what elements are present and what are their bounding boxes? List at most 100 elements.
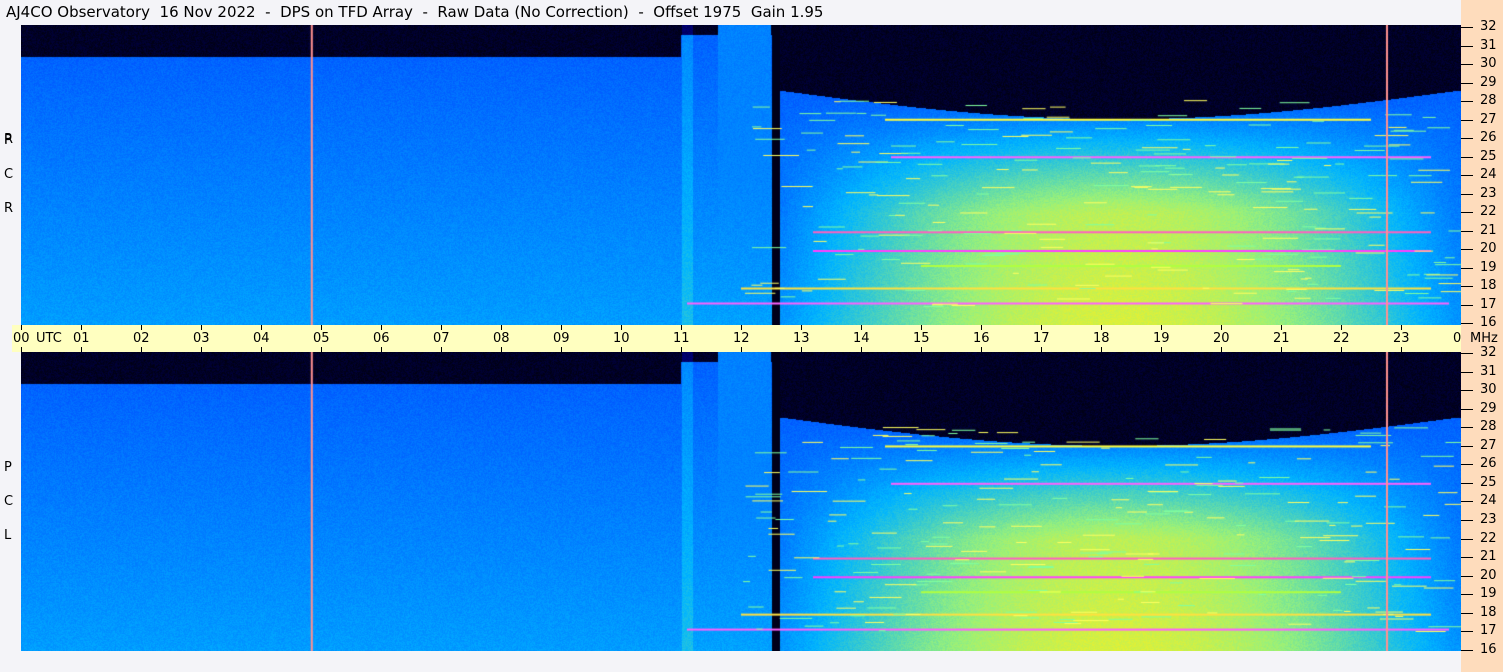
y-tick-label: 29	[1480, 74, 1497, 90]
y-tick-mark	[1461, 612, 1473, 614]
lcp-letter-l: L	[4, 528, 12, 543]
x-tick-mark	[381, 325, 382, 330]
x-tick-mark	[801, 347, 802, 352]
y-tick-mark	[1461, 230, 1473, 232]
y-tick-label: 25	[1480, 474, 1497, 490]
x-tick-mark	[321, 347, 322, 352]
y-tick-label: 21	[1480, 549, 1497, 565]
x-tick-mark	[741, 347, 742, 352]
y-tick-mark	[1461, 371, 1473, 373]
x-tick-label: 12	[733, 331, 750, 346]
y-tick-label: 18	[1480, 278, 1497, 293]
y-tick-mark	[1461, 27, 1473, 28]
y-tick-mark	[1461, 138, 1473, 139]
lcp-letter-c: C	[4, 494, 14, 509]
y-tick-label: 26	[1480, 130, 1497, 145]
x-tick-mark	[1281, 325, 1282, 330]
y-tick-label: 31	[1480, 363, 1497, 379]
y-tick-mark	[1461, 594, 1473, 596]
x-tick-label: 08	[493, 331, 510, 346]
x-tick-mark	[561, 325, 562, 330]
y-tick-label: 20	[1480, 567, 1497, 583]
x-tick-mark	[981, 347, 982, 352]
y-tick-mark	[1461, 482, 1473, 484]
x-tick-mark	[21, 347, 22, 352]
x-tick-label: 14	[853, 331, 870, 346]
y-tick-mark	[1461, 519, 1473, 521]
x-tick-mark	[1101, 325, 1102, 330]
x-tick-mark	[1161, 325, 1162, 330]
y-tick-mark	[1461, 304, 1473, 306]
x-tick-label: 02	[133, 331, 150, 346]
y-tick-label: 24	[1480, 167, 1497, 182]
x-tick-mark	[801, 325, 802, 330]
x-tick-mark	[621, 325, 622, 330]
x-tick-mark	[141, 325, 142, 330]
x-tick-label: 19	[1153, 331, 1170, 346]
y-tick-label: 27	[1480, 111, 1497, 127]
x-tick-label: 21	[1273, 331, 1290, 346]
rcp-letter-p: P	[4, 133, 12, 148]
y-tick-mark	[1461, 649, 1473, 651]
y-tick-label: 23	[1480, 185, 1497, 201]
y-tick-mark	[1461, 119, 1473, 121]
y-tick-mark	[1461, 353, 1473, 354]
x-tick-mark	[261, 347, 262, 352]
x-tick-mark	[861, 325, 862, 330]
x-tick-mark	[681, 347, 682, 352]
y-tick-label: 24	[1480, 493, 1497, 509]
x-tick-label: 07	[433, 331, 450, 346]
x-tick-label: 23	[1393, 331, 1410, 346]
chart-title: AJ4CO Observatory 16 Nov 2022 - DPS on T…	[6, 3, 824, 21]
y-tick-mark	[1461, 249, 1473, 250]
x-tick-mark	[1341, 347, 1342, 352]
y-tick-label: 26	[1480, 456, 1497, 472]
y-tick-mark	[1461, 286, 1473, 287]
x-tick-label: 17	[1033, 331, 1050, 346]
x-tick-mark	[1041, 347, 1042, 352]
y-tick-label: 19	[1480, 586, 1497, 602]
rcp-letter-r: R	[4, 201, 14, 216]
x-tick-label: 00	[13, 331, 30, 346]
x-tick-label: 01	[73, 331, 90, 346]
x-tick-label: 06	[373, 331, 390, 346]
y-tick-label: 27	[1480, 437, 1497, 453]
y-tick-label: 25	[1480, 148, 1497, 164]
y-tick-mark	[1461, 445, 1473, 447]
y-tick-mark	[1461, 212, 1473, 213]
y-tick-mark	[1461, 575, 1473, 577]
x-tick-mark	[1401, 347, 1402, 352]
x-tick-label: 05	[313, 331, 330, 346]
x-tick-mark	[1161, 347, 1162, 352]
x-tick-mark	[501, 347, 502, 352]
x-tick-label: 18	[1093, 331, 1110, 346]
x-tick-label: 20	[1213, 331, 1230, 346]
x-tick-mark	[21, 325, 22, 330]
x-tick-mark	[381, 347, 382, 352]
x-tick-mark	[321, 325, 322, 330]
y-tick-label: 31	[1480, 37, 1497, 53]
y-tick-mark	[1461, 538, 1473, 540]
x-tick-mark	[201, 347, 202, 352]
x-tick-label: 15	[913, 331, 930, 346]
time-axis: 00 01 02 03 04 05 06 07 08 09 10 11 12 13 14 15 16 17 18 19…	[12, 325, 1470, 352]
x-tick-label: 22	[1333, 331, 1350, 346]
y-tick-label: 21	[1480, 222, 1497, 238]
y-tick-mark	[1461, 557, 1473, 559]
rcp-letter-c: C	[4, 167, 14, 182]
y-tick-mark	[1461, 267, 1473, 269]
x-tick-mark	[1281, 347, 1282, 352]
x-tick-mark	[441, 347, 442, 352]
y-tick-mark	[1461, 156, 1473, 158]
x-tick-mark	[261, 325, 262, 330]
y-tick-label: 22	[1480, 530, 1497, 546]
y-tick-mark	[1461, 45, 1473, 47]
x-tick-mark	[921, 347, 922, 352]
utc-unit-label: UTC	[36, 331, 62, 346]
rcp-spectrogram	[21, 25, 1461, 325]
y-tick-mark	[1461, 408, 1473, 410]
mhz-unit-label: MHz	[1470, 331, 1498, 346]
y-tick-label: 17	[1480, 296, 1497, 312]
x-tick-mark	[561, 347, 562, 352]
x-tick-mark	[81, 325, 82, 330]
